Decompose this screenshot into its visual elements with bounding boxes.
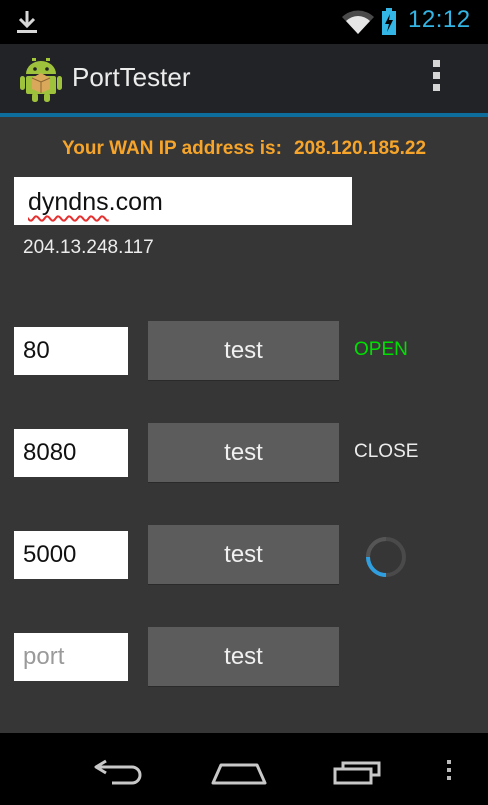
status-bar: 12:12 (0, 0, 488, 44)
back-icon[interactable] (92, 757, 146, 785)
app-title: PortTester (72, 62, 191, 92)
host-input[interactable]: dyndns.com (14, 177, 352, 225)
android-icon[interactable] (20, 56, 62, 102)
action-bar: PortTester (0, 44, 488, 114)
host-input-spellcheck-word: dyndns (28, 188, 109, 216)
wan-ip-label: Your WAN IP address is: (61, 138, 282, 159)
port-input[interactable]: port (14, 633, 128, 681)
recent-apps-icon[interactable] (333, 757, 387, 785)
loading-spinner-icon (366, 537, 406, 577)
battery-charging-icon (382, 8, 396, 35)
port-row: 8080 test CLOSE (0, 423, 488, 483)
host-input-suffix: .com (108, 188, 163, 216)
overflow-menu-icon[interactable] (426, 60, 446, 100)
port-row: 80 test OPEN (0, 321, 488, 381)
wan-ip-line: Your WAN IP address is: 208.120.185.22 (0, 138, 488, 160)
download-icon (17, 11, 37, 33)
port-row: 5000 test (0, 525, 488, 585)
home-icon[interactable] (211, 759, 267, 787)
resolved-ip: 204.13.248.117 (23, 237, 154, 258)
clock: 12:12 (408, 6, 471, 33)
port-row: port test (0, 627, 488, 687)
test-button[interactable]: test (148, 627, 339, 687)
test-button[interactable]: test (148, 321, 339, 381)
test-button[interactable]: test (148, 525, 339, 585)
port-status: CLOSE (354, 441, 419, 462)
wan-ip-value: 208.120.185.22 (293, 138, 427, 159)
port-input[interactable]: 5000 (14, 531, 128, 579)
navigation-bar (0, 733, 488, 805)
port-input[interactable]: 80 (14, 327, 128, 375)
port-input[interactable]: 8080 (14, 429, 128, 477)
menu-icon[interactable] (445, 760, 453, 784)
port-status: OPEN (354, 339, 408, 360)
main-content: Your WAN IP address is: 208.120.185.22 dy… (0, 117, 488, 733)
test-button[interactable]: test (148, 423, 339, 483)
wifi-icon (342, 10, 374, 34)
